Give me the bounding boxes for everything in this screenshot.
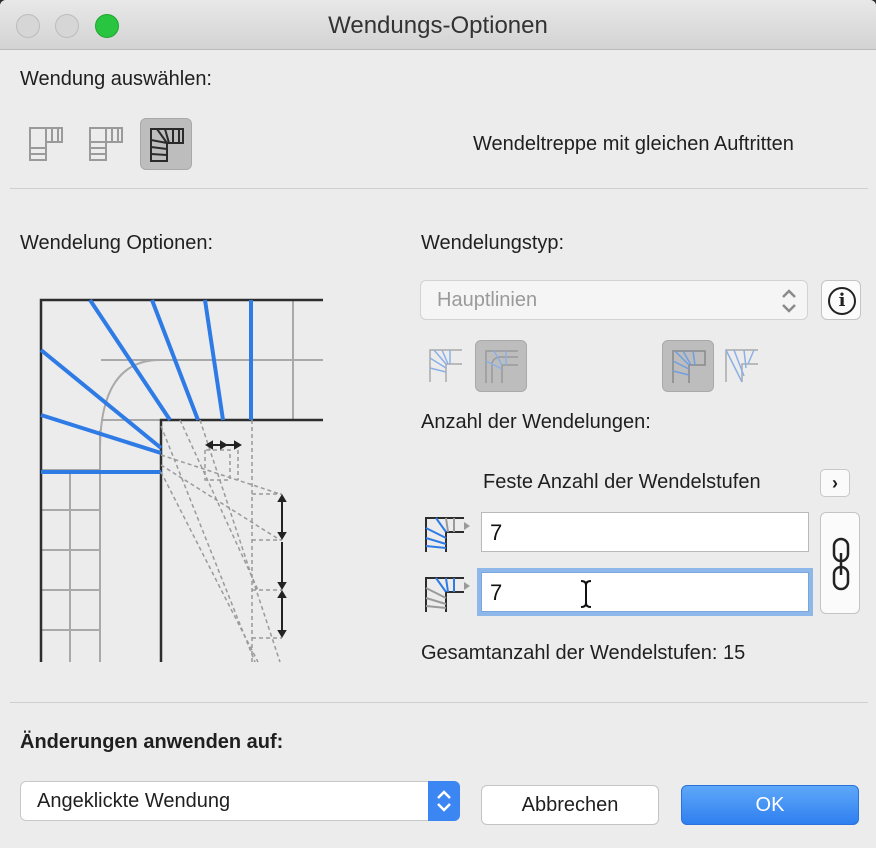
winding-diagram: [39, 298, 323, 663]
updown-chevron-icon: [782, 289, 796, 313]
turn-description: Wendeltreppe mit gleichen Auftritten: [473, 133, 794, 155]
winder-stair-option[interactable]: [140, 118, 192, 170]
select-turn-label: Wendung auswählen:: [20, 68, 212, 90]
info-icon: i: [828, 287, 856, 315]
second-winder-icon: [425, 577, 470, 612]
landing-stair-option[interactable]: [20, 118, 72, 170]
second-winding-steps-value: 7: [490, 580, 503, 605]
chain-link-icon: [832, 537, 850, 591]
first-winding-steps-input[interactable]: 7: [481, 512, 809, 552]
winding-type-label: Wendelungstyp:: [421, 232, 565, 254]
winding-lines-icon: [429, 349, 462, 382]
total-count-label: Gesamtanzahl der Wendelstufen: 15: [421, 642, 746, 664]
quarter-landing-stair-option[interactable]: [80, 118, 132, 170]
winding-type-option-3[interactable]: [662, 340, 714, 392]
winding-count-label: Anzahl der Wendelungen:: [421, 411, 651, 433]
winding-type-value: Hauptlinien: [437, 289, 538, 311]
apply-to-select[interactable]: Angeklickte Wendung: [20, 781, 460, 821]
separator-bottom: [10, 702, 868, 703]
apply-to-stepper[interactable]: [428, 781, 460, 821]
ok-button[interactable]: OK: [681, 785, 859, 825]
winding-fan-icon: [725, 349, 758, 383]
info-button[interactable]: i: [821, 280, 861, 320]
winding-equal-icon: [672, 350, 706, 383]
winding-options-label: Wendelung Optionen:: [20, 232, 214, 254]
second-winding-steps-input[interactable]: 7: [481, 572, 809, 612]
separator-top: [10, 188, 868, 189]
fixed-count-label: Feste Anzahl der Wendelstufen: [483, 471, 761, 493]
window-title: Wendungs-Optionen: [328, 12, 548, 39]
winding-type-select[interactable]: Hauptlinien: [420, 280, 808, 320]
winding-curve-icon: [485, 350, 518, 383]
cancel-button[interactable]: Abbrechen: [481, 785, 659, 825]
updown-chevron-icon: [437, 790, 451, 812]
link-values-button[interactable]: [820, 512, 860, 614]
quarter-landing-stair-icon: [89, 127, 123, 161]
chevron-right-icon: ›: [832, 473, 838, 493]
dialog-window: Wendungs-Optionen Wendung auswählen: Wen…: [0, 0, 876, 848]
winder-stair-icon: [150, 128, 184, 162]
apply-to-value: Angeklickte Wendung: [37, 790, 231, 812]
winding-type-option-1[interactable]: [420, 340, 472, 392]
landing-stair-icon: [29, 127, 63, 161]
fixed-count-expand-button[interactable]: ›: [820, 469, 850, 497]
first-winder-icon: [425, 517, 470, 552]
apply-to-label: Änderungen anwenden auf:: [20, 731, 284, 753]
winding-type-option-2[interactable]: [475, 340, 527, 392]
text-cursor-icon: [580, 580, 592, 608]
winding-type-option-4[interactable]: [716, 340, 768, 392]
title-bar[interactable]: Wendungs-Optionen: [0, 0, 876, 50]
